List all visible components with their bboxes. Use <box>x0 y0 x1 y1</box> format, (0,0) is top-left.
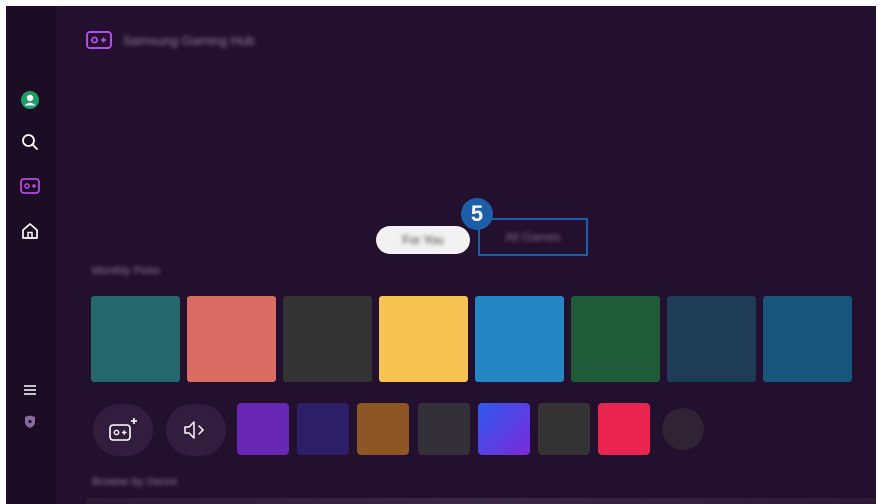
game-tile[interactable] <box>283 296 372 382</box>
tab-all-games[interactable]: All Games <box>478 218 588 256</box>
home-icon[interactable] <box>18 219 42 243</box>
section-title-browse-by-genre: Browse by Genre <box>92 476 177 488</box>
game-tile[interactable] <box>571 296 660 382</box>
speaker-icon <box>184 421 205 439</box>
profile-icon[interactable] <box>18 88 42 112</box>
recent-game-tile[interactable] <box>237 403 289 455</box>
recent-game-tile[interactable] <box>418 403 470 455</box>
gamepad-plus-icon <box>109 418 137 441</box>
more-button[interactable] <box>662 408 704 450</box>
recent-game-tile[interactable] <box>538 403 590 455</box>
game-tile[interactable] <box>91 296 180 382</box>
step-number-badge: 5 <box>461 198 493 230</box>
search-icon[interactable] <box>18 130 42 154</box>
tab-for-you-label: For You <box>402 233 444 247</box>
game-tile[interactable] <box>187 296 276 382</box>
recent-game-tile[interactable] <box>598 403 650 455</box>
gamepad-icon[interactable] <box>18 174 42 198</box>
game-tile[interactable] <box>475 296 564 382</box>
game-tile[interactable] <box>667 296 756 382</box>
recent-game-tile[interactable] <box>478 403 530 455</box>
shield-icon[interactable] <box>18 410 42 434</box>
genre-row-peek <box>86 498 876 504</box>
tab-all-games-label: All Games <box>505 230 561 244</box>
hamburger-menu-icon[interactable] <box>18 378 42 402</box>
recent-game-tile[interactable] <box>357 403 409 455</box>
gaming-hub-screen: Samsung Gaming Hub For You All Games 5 M… <box>6 6 876 504</box>
sidebar <box>6 6 56 504</box>
section-title-monthly-picks: Monthly Picks <box>92 265 160 277</box>
game-tile[interactable] <box>763 296 852 382</box>
sound-output-button[interactable] <box>166 404 226 456</box>
game-tile[interactable] <box>379 296 468 382</box>
app-title: Samsung Gaming Hub <box>123 33 255 48</box>
add-controller-button[interactable] <box>93 404 153 456</box>
gaming-hub-logo-icon <box>86 30 112 50</box>
tab-for-you[interactable]: For You <box>376 226 470 254</box>
recent-game-tile[interactable] <box>297 403 349 455</box>
